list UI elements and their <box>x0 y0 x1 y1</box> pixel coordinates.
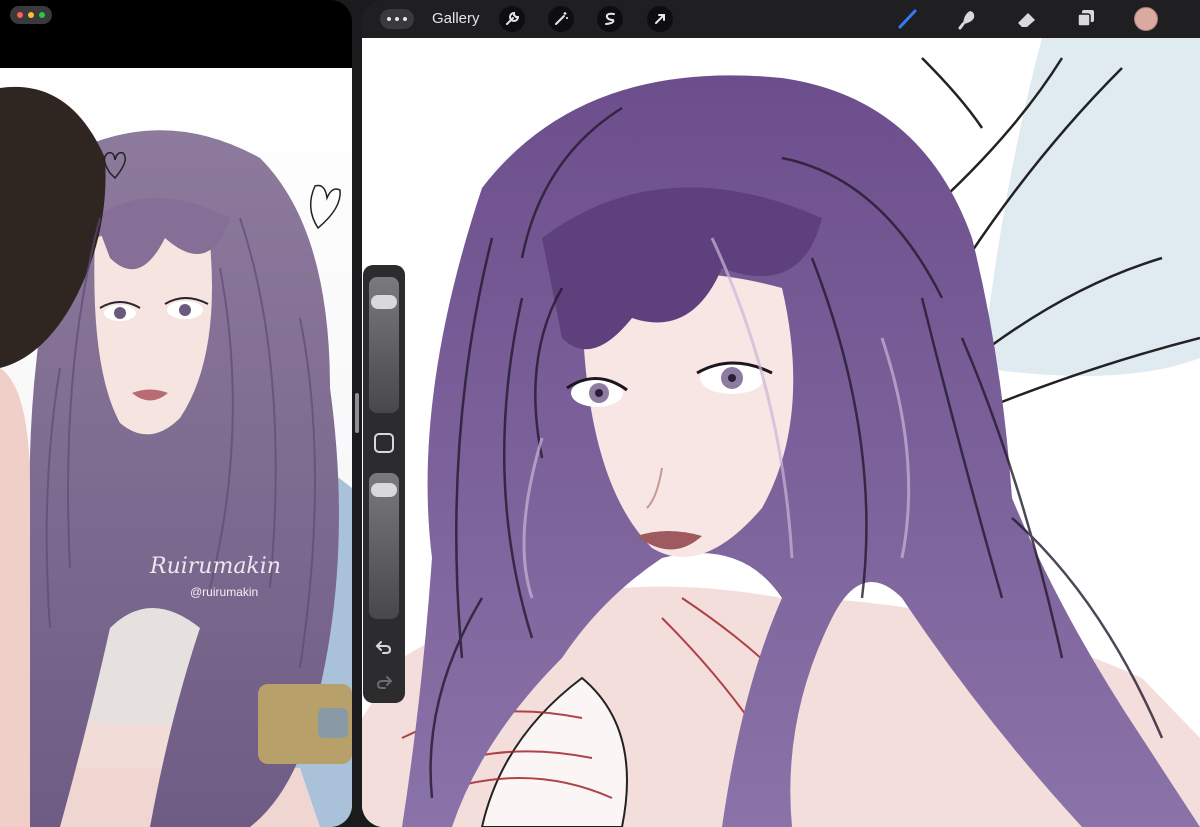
ipad-screen: Ruirumakin @ruirumakin Gallery <box>0 0 1200 827</box>
brush-icon[interactable] <box>895 6 921 32</box>
eraser-icon[interactable] <box>1014 6 1040 32</box>
magic-wand-icon[interactable] <box>548 6 574 32</box>
multitask-dot-icon <box>28 12 34 18</box>
selection-s-icon[interactable] <box>597 6 623 32</box>
brush-size-slider[interactable] <box>369 277 399 413</box>
color-picker-swatch[interactable] <box>1134 7 1158 31</box>
multitask-dot-icon <box>39 12 45 18</box>
arrow-transform-icon[interactable] <box>647 6 673 32</box>
undo-icon[interactable] <box>372 635 396 659</box>
redo-icon[interactable] <box>372 670 396 694</box>
multitask-dot-icon <box>17 12 23 18</box>
reference-pane-topbar <box>0 0 352 68</box>
gallery-button[interactable]: Gallery <box>432 10 480 27</box>
brush-opacity-slider[interactable] <box>369 473 399 619</box>
brush-sidebar <box>363 265 405 703</box>
brush-opacity-knob[interactable] <box>371 483 397 498</box>
ellipsis-icon[interactable] <box>380 9 414 29</box>
wip-sketch-artwork-image[interactable] <box>362 38 1200 827</box>
brush-size-knob[interactable] <box>371 294 397 309</box>
top-toolbar: Gallery <box>362 0 1200 38</box>
multitasking-menu-button[interactable] <box>10 6 52 24</box>
signature-watermark: Ruirumakin <box>149 554 281 579</box>
wrench-icon[interactable] <box>499 6 525 32</box>
modify-button[interactable] <box>374 433 394 453</box>
layers-icon[interactable] <box>1073 6 1099 32</box>
smudge-icon[interactable] <box>955 6 981 32</box>
procreate-pane: Gallery <box>362 0 1200 827</box>
split-view-divider-handle[interactable] <box>355 393 359 433</box>
reference-split-pane[interactable]: Ruirumakin @ruirumakin <box>0 0 352 827</box>
handle-watermark: @ruirumakin <box>190 585 258 599</box>
reference-artwork-image: Ruirumakin @ruirumakin <box>0 68 352 827</box>
